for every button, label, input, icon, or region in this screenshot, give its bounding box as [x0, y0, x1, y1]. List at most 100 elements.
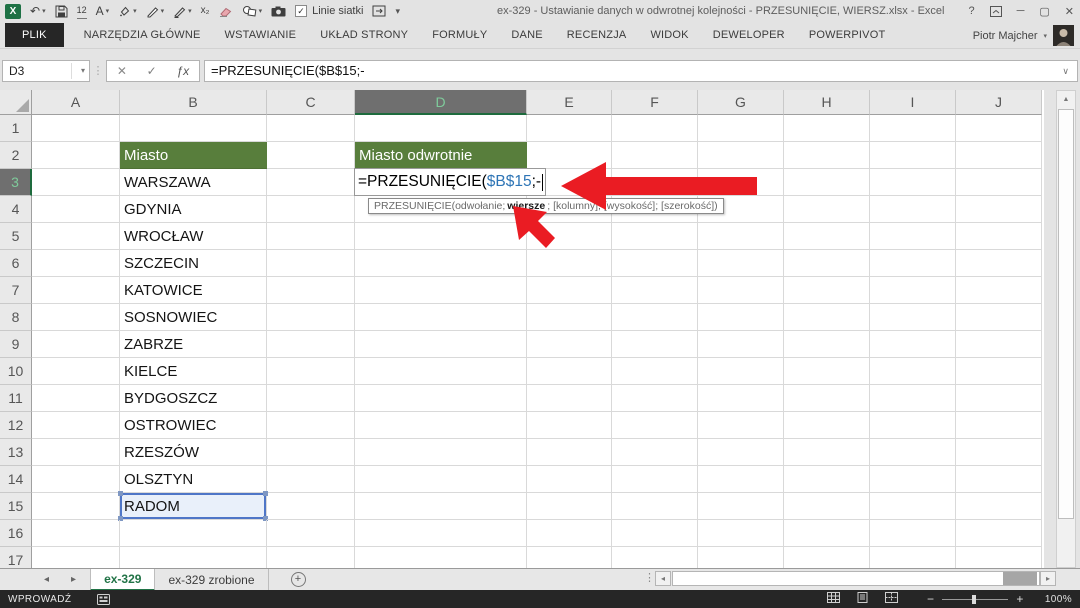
cell-D7[interactable] — [355, 277, 527, 304]
cell-I13[interactable] — [870, 439, 956, 466]
cell-G16[interactable] — [698, 520, 784, 547]
gridlines-checkbox[interactable]: ✓ Linie siatki — [295, 3, 363, 19]
cell-A9[interactable] — [32, 331, 120, 358]
cell-H12[interactable] — [784, 412, 870, 439]
prev-sheet-icon[interactable]: ◂ — [44, 574, 49, 585]
cell-B2[interactable]: Miasto — [120, 142, 267, 169]
cell-A3[interactable] — [32, 169, 120, 196]
zoom-out-icon[interactable]: − — [927, 593, 934, 605]
cell-C1[interactable] — [267, 115, 355, 142]
cell-E1[interactable] — [527, 115, 612, 142]
cell-D2[interactable]: Miasto odwrotnie — [355, 142, 527, 169]
ribbon-tab-układ-strony[interactable]: UKŁAD STRONY — [308, 22, 420, 49]
row-header-7[interactable]: 7 — [0, 277, 32, 304]
cell-A15[interactable] — [32, 493, 120, 520]
row-header-14[interactable]: 14 — [0, 466, 32, 493]
font-color-icon[interactable]: A▾ — [96, 3, 110, 19]
cell-I3[interactable] — [870, 169, 956, 196]
column-header-B[interactable]: B — [120, 90, 267, 115]
cell-B1[interactable] — [120, 115, 267, 142]
cell-E17[interactable] — [527, 547, 612, 568]
ribbon-tab-powerpivot[interactable]: POWERPIVOT — [797, 22, 898, 49]
cell-C8[interactable] — [267, 304, 355, 331]
cell-J17[interactable] — [956, 547, 1042, 568]
cell-F17[interactable] — [612, 547, 698, 568]
cell-E8[interactable] — [527, 304, 612, 331]
cell-F7[interactable] — [612, 277, 698, 304]
cell-H13[interactable] — [784, 439, 870, 466]
cell-E12[interactable] — [527, 412, 612, 439]
active-cell-editor[interactable]: =PRZESUNIĘCIE($B$15;- — [354, 168, 546, 196]
cell-H8[interactable] — [784, 304, 870, 331]
subscript-icon[interactable]: x₂ — [201, 3, 210, 19]
cell-A6[interactable] — [32, 250, 120, 277]
save-icon[interactable] — [55, 3, 68, 19]
ribbon-display-options-icon[interactable] — [990, 6, 1002, 17]
cell-F11[interactable] — [612, 385, 698, 412]
cell-B14[interactable]: OLSZTYN — [120, 466, 267, 493]
zoom-percentage[interactable]: 100% — [1045, 594, 1072, 605]
cell-D9[interactable] — [355, 331, 527, 358]
cell-F14[interactable] — [612, 466, 698, 493]
row-header-12[interactable]: 12 — [0, 412, 32, 439]
cell-B11[interactable]: BYDGOSZCZ — [120, 385, 267, 412]
cell-E6[interactable] — [527, 250, 612, 277]
cell-D6[interactable] — [355, 250, 527, 277]
cell-J1[interactable] — [956, 115, 1042, 142]
cell-H10[interactable] — [784, 358, 870, 385]
column-header-J[interactable]: J — [956, 90, 1042, 115]
cell-H9[interactable] — [784, 331, 870, 358]
column-header-A[interactable]: A — [32, 90, 120, 115]
cell-B17[interactable] — [120, 547, 267, 568]
scroll-up-icon[interactable]: ▲ — [1057, 91, 1075, 108]
cancel-icon[interactable]: ✕ — [117, 64, 127, 78]
cell-D8[interactable] — [355, 304, 527, 331]
column-header-F[interactable]: F — [612, 90, 698, 115]
cell-J12[interactable] — [956, 412, 1042, 439]
ribbon-tab-recenzja[interactable]: RECENZJA — [555, 22, 639, 49]
cell-D17[interactable] — [355, 547, 527, 568]
cell-I6[interactable] — [870, 250, 956, 277]
cell-C9[interactable] — [267, 331, 355, 358]
column-header-I[interactable]: I — [870, 90, 956, 115]
cell-C5[interactable] — [267, 223, 355, 250]
row-header-4[interactable]: 4 — [0, 196, 32, 223]
name-box-dropdown-icon[interactable]: ▾ — [81, 61, 85, 81]
cell-E2[interactable] — [527, 142, 612, 169]
customize-qat-icon[interactable]: ▾ — [395, 3, 400, 19]
fill-color-icon[interactable]: ▾ — [118, 3, 137, 19]
cell-H7[interactable] — [784, 277, 870, 304]
scroll-right-icon[interactable]: ▸ — [1040, 571, 1056, 586]
cell-H5[interactable] — [784, 223, 870, 250]
cell-D14[interactable] — [355, 466, 527, 493]
cell-G6[interactable] — [698, 250, 784, 277]
cell-I4[interactable] — [870, 196, 956, 223]
cell-D15[interactable] — [355, 493, 527, 520]
row-header-15[interactable]: 15 — [0, 493, 32, 520]
normal-view-icon[interactable] — [827, 592, 840, 606]
cell-I14[interactable] — [870, 466, 956, 493]
cell-B3[interactable]: WARSZAWA — [120, 169, 267, 196]
cell-D1[interactable] — [355, 115, 527, 142]
cell-E5[interactable] — [527, 223, 612, 250]
user-account[interactable]: Piotr Majcher ▾ — [973, 22, 1074, 49]
cell-I1[interactable] — [870, 115, 956, 142]
cell-G14[interactable] — [698, 466, 784, 493]
cell-A12[interactable] — [32, 412, 120, 439]
cell-D16[interactable] — [355, 520, 527, 547]
cell-D12[interactable] — [355, 412, 527, 439]
ribbon-tab-widok[interactable]: WIDOK — [638, 22, 700, 49]
cell-F12[interactable] — [612, 412, 698, 439]
ribbon-tab-narzędzia-główne[interactable]: NARZĘDZIA GŁÓWNE — [72, 22, 213, 49]
page-break-view-icon[interactable] — [885, 592, 898, 606]
cell-C4[interactable] — [267, 196, 355, 223]
cell-J16[interactable] — [956, 520, 1042, 547]
name-box[interactable]: D3 ▾ — [2, 60, 90, 82]
cell-D10[interactable] — [355, 358, 527, 385]
cell-H4[interactable] — [784, 196, 870, 223]
cell-B7[interactable]: KATOWICE — [120, 277, 267, 304]
cell-A7[interactable] — [32, 277, 120, 304]
switch-windows-icon[interactable] — [372, 3, 386, 19]
cell-H6[interactable] — [784, 250, 870, 277]
cell-J11[interactable] — [956, 385, 1042, 412]
